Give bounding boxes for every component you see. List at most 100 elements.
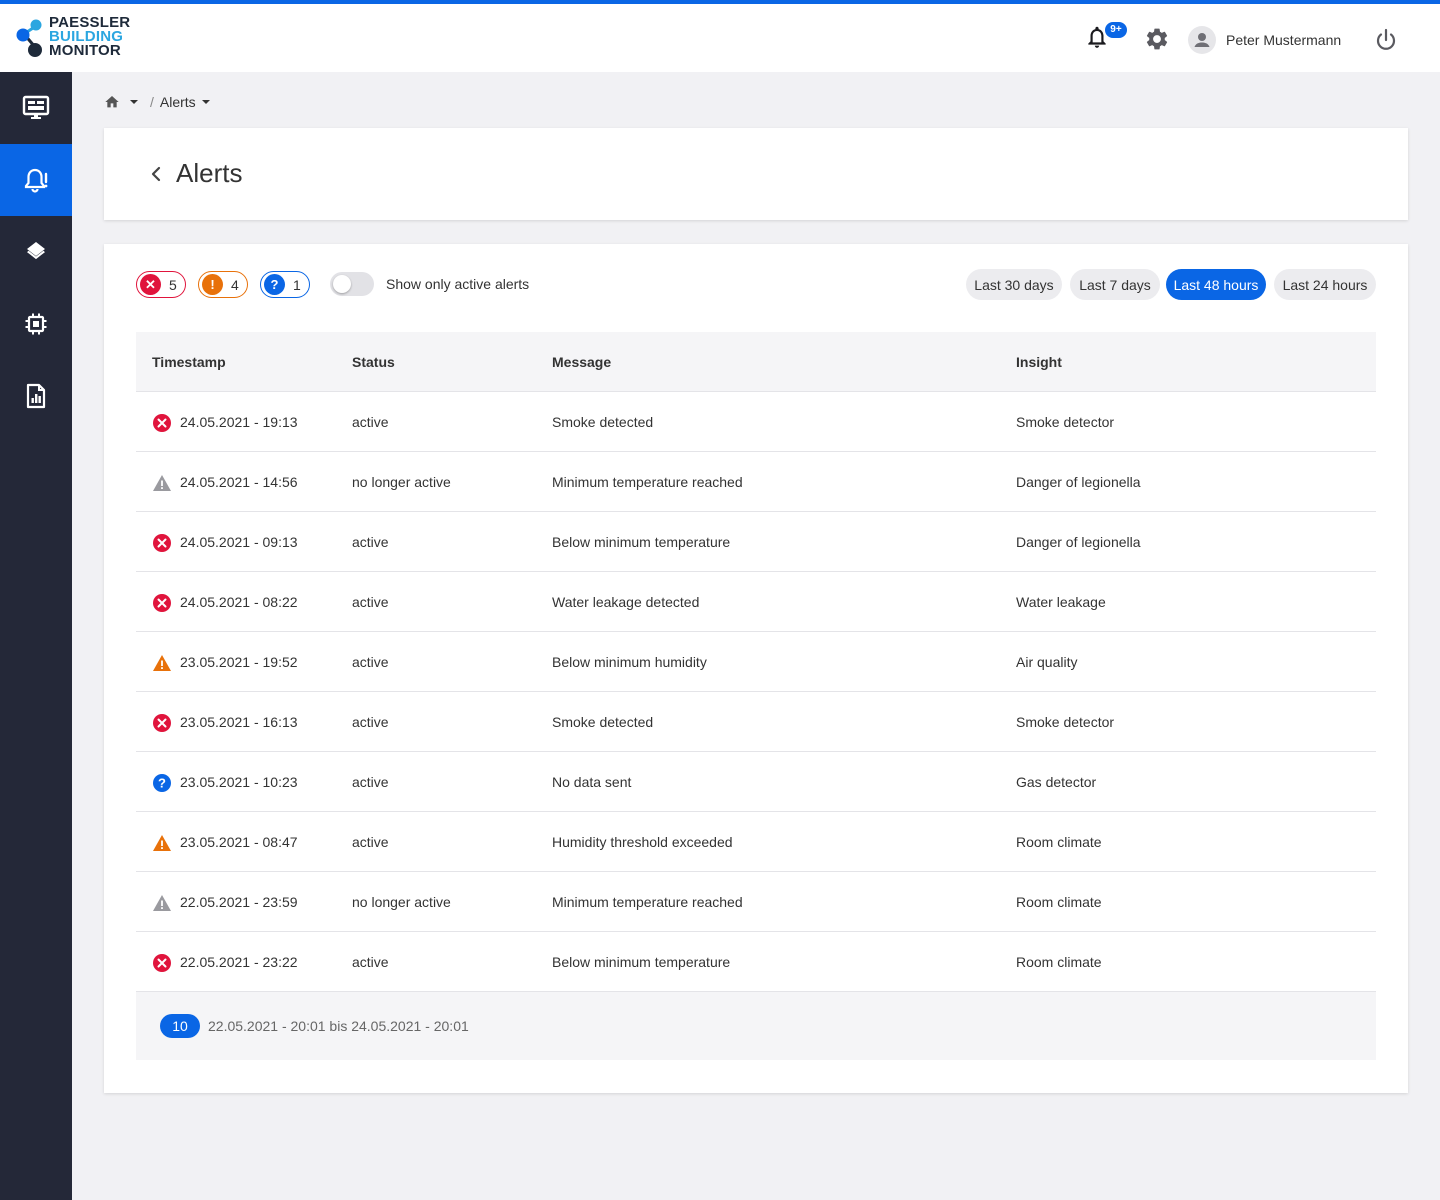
cell-insight: Room climate bbox=[1016, 954, 1102, 970]
unknown-count: 1 bbox=[293, 276, 301, 293]
cell-insight: Danger of legionella bbox=[1016, 534, 1141, 550]
warning-filter-chip[interactable]: ! 4 bbox=[198, 271, 248, 298]
table-row[interactable]: 23.05.2021 - 19:52 active Below minimum hu… bbox=[136, 632, 1376, 692]
breadcrumb: / Alerts bbox=[104, 92, 212, 112]
cell-timestamp: 24.05.2021 - 09:13 bbox=[180, 534, 298, 550]
inactive-warning-triangle-icon bbox=[152, 473, 172, 493]
table-row[interactable]: 23.05.2021 - 08:47 active Humidity thresho… bbox=[136, 812, 1376, 872]
table-row[interactable]: 22.05.2021 - 23:59 no longer active Minimu… bbox=[136, 872, 1376, 932]
cell-timestamp: 24.05.2021 - 19:13 bbox=[180, 414, 298, 430]
range-last-7-days-button[interactable]: Last 7 days bbox=[1070, 269, 1160, 300]
table-row[interactable]: 24.05.2021 - 19:13 active Smoke detected Sm… bbox=[136, 392, 1376, 452]
alerts-table: Timestamp Status Message Insight 24.05.2… bbox=[136, 332, 1376, 1060]
svg-text:?: ? bbox=[158, 776, 166, 791]
cell-message: Water leakage detected bbox=[552, 594, 700, 610]
error-x-icon bbox=[152, 593, 172, 613]
user-name[interactable]: Peter Mustermann bbox=[1226, 32, 1341, 48]
warning-exclamation-icon: ! bbox=[202, 274, 223, 295]
report-icon bbox=[26, 383, 46, 409]
column-header-message[interactable]: Message bbox=[552, 354, 611, 370]
cell-message: No data sent bbox=[552, 774, 632, 790]
cell-status: active bbox=[352, 714, 389, 730]
breadcrumb-separator: / bbox=[150, 94, 154, 110]
error-x-icon bbox=[152, 713, 172, 733]
table-row[interactable]: 22.05.2021 - 23:22 active Below minimum te… bbox=[136, 932, 1376, 992]
cell-message: Smoke detected bbox=[552, 414, 654, 430]
cell-message: Smoke detected bbox=[552, 714, 654, 730]
logout-power-icon[interactable] bbox=[1372, 26, 1400, 54]
user-avatar[interactable] bbox=[1188, 26, 1216, 54]
column-header-timestamp[interactable]: Timestamp bbox=[152, 354, 226, 370]
cell-insight: Danger of legionella bbox=[1016, 474, 1141, 490]
cell-insight: Room climate bbox=[1016, 894, 1102, 910]
home-icon[interactable] bbox=[104, 94, 120, 110]
sidebar-item-devices[interactable] bbox=[0, 288, 72, 360]
alerts-bell-icon bbox=[24, 168, 48, 193]
cell-status: active bbox=[352, 594, 389, 610]
home-dropdown-chevron-icon[interactable] bbox=[128, 96, 140, 108]
cell-message: Below minimum temperature bbox=[552, 954, 731, 970]
cell-timestamp: 23.05.2021 - 19:52 bbox=[180, 654, 298, 670]
cell-status: active bbox=[352, 534, 389, 550]
warning-triangle-icon bbox=[152, 653, 172, 673]
cell-status: active bbox=[352, 654, 389, 670]
error-x-icon: ✕ bbox=[140, 274, 161, 295]
warning-count: 4 bbox=[231, 276, 239, 293]
sidebar-item-alerts[interactable] bbox=[0, 144, 72, 216]
app-header: PAESSLER BUILDING MONITOR 9+ Peter Muste… bbox=[0, 4, 1440, 72]
cell-insight: Gas detector bbox=[1016, 774, 1097, 790]
sidebar-item-layers[interactable] bbox=[0, 216, 72, 288]
cell-timestamp: 23.05.2021 - 10:23 bbox=[180, 774, 298, 790]
cell-insight: Smoke detector bbox=[1016, 414, 1115, 430]
cell-timestamp: 23.05.2021 - 16:13 bbox=[180, 714, 298, 730]
active-alerts-toggle[interactable] bbox=[330, 272, 374, 296]
unknown-question-icon: ? bbox=[264, 274, 285, 295]
table-row[interactable]: 24.05.2021 - 09:13 active Below minimum te… bbox=[136, 512, 1376, 572]
range-last-48-hours-button[interactable]: Last 48 hours bbox=[1166, 269, 1266, 300]
cell-status: no longer active bbox=[352, 894, 451, 910]
chip-icon bbox=[25, 313, 47, 335]
column-header-insight[interactable]: Insight bbox=[1016, 354, 1062, 370]
table-footer: 10 22.05.2021 - 20:01 bis 24.05.2021 - 2… bbox=[136, 992, 1376, 1060]
cell-status: active bbox=[352, 774, 389, 790]
dashboard-icon bbox=[22, 95, 50, 119]
range-last-24-hours-button[interactable]: Last 24 hours bbox=[1274, 269, 1376, 300]
cell-timestamp: 22.05.2021 - 23:59 bbox=[180, 894, 298, 910]
cell-insight: Smoke detector bbox=[1016, 714, 1115, 730]
cell-message: Below minimum humidity bbox=[552, 654, 707, 670]
cell-timestamp: 24.05.2021 - 14:56 bbox=[180, 474, 298, 490]
unknown-question-icon: ? bbox=[152, 773, 172, 793]
sidebar-item-dashboard[interactable] bbox=[0, 72, 72, 144]
result-count-pill: 10 bbox=[160, 1014, 200, 1038]
cell-status: active bbox=[352, 834, 389, 850]
cell-status: no longer active bbox=[352, 474, 451, 490]
sidebar bbox=[0, 72, 72, 1200]
table-row[interactable]: 24.05.2021 - 08:22 active Water leakage de… bbox=[136, 572, 1376, 632]
paessler-logo[interactable]: PAESSLER BUILDING MONITOR bbox=[16, 15, 146, 62]
table-row[interactable]: 24.05.2021 - 14:56 no longer active Minimu… bbox=[136, 452, 1376, 512]
error-filter-chip[interactable]: ✕ 5 bbox=[136, 271, 186, 298]
active-alerts-toggle-label: Show only active alerts bbox=[386, 276, 530, 292]
cell-insight: Water leakage bbox=[1016, 594, 1106, 610]
sidebar-item-reports[interactable] bbox=[0, 360, 72, 432]
cell-timestamp: 22.05.2021 - 23:22 bbox=[180, 954, 298, 970]
layers-icon bbox=[27, 242, 45, 260]
breadcrumb-dropdown-chevron-icon[interactable] bbox=[200, 96, 212, 108]
logo-line-3: MONITOR bbox=[49, 42, 121, 59]
column-header-status[interactable]: Status bbox=[352, 354, 395, 370]
logo-molecule-icon bbox=[16, 19, 42, 57]
table-row[interactable]: ? 23.05.2021 - 10:23 active No data sent Gas… bbox=[136, 752, 1376, 812]
cell-timestamp: 23.05.2021 - 08:47 bbox=[180, 834, 298, 850]
breadcrumb-current[interactable]: Alerts bbox=[160, 94, 196, 110]
cell-status: active bbox=[352, 414, 389, 430]
cell-insight: Room climate bbox=[1016, 834, 1102, 850]
unknown-filter-chip[interactable]: ? 1 bbox=[260, 271, 310, 298]
table-header: Timestamp Status Message Insight bbox=[136, 332, 1376, 392]
alerts-card: ✕ 5 ! 4 ? 1 Show only active alerts Last… bbox=[104, 244, 1408, 1093]
table-row[interactable]: 23.05.2021 - 16:13 active Smoke detected Sm… bbox=[136, 692, 1376, 752]
warning-triangle-icon bbox=[152, 833, 172, 853]
page-title: Alerts bbox=[176, 158, 243, 188]
settings-gear-icon[interactable] bbox=[1144, 26, 1170, 52]
range-last-30-days-button[interactable]: Last 30 days bbox=[966, 269, 1062, 300]
back-arrow-icon[interactable] bbox=[144, 162, 168, 186]
